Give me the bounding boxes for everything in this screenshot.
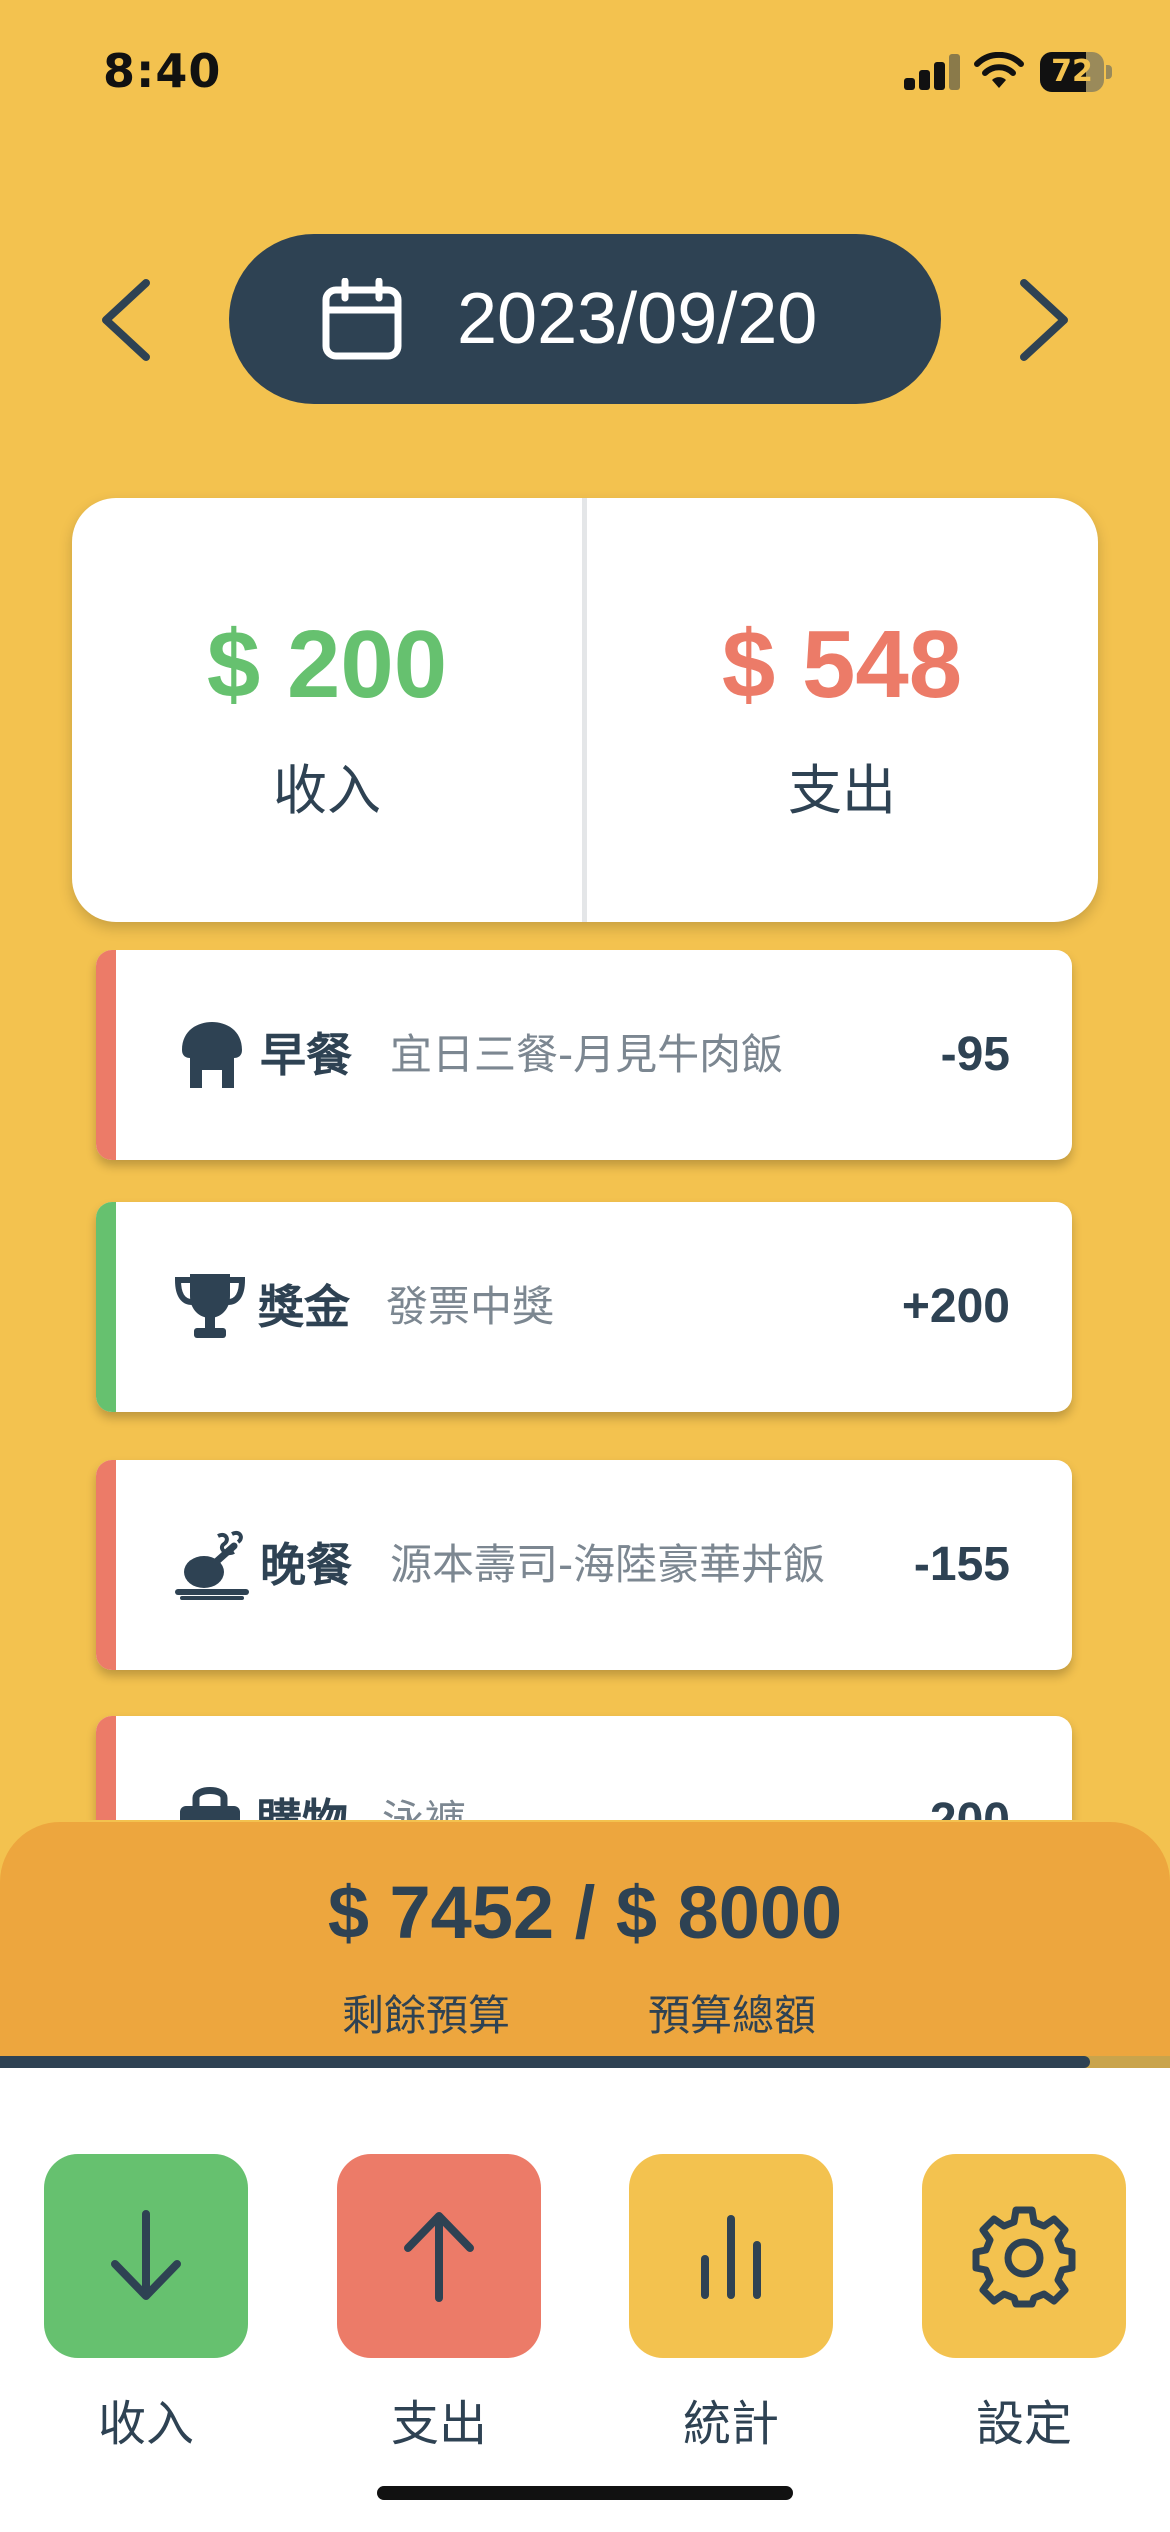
tab-label-income: 收入 [97, 2396, 194, 2452]
transaction-list[interactable]: 早餐 宜日三餐-月見牛肉飯 -95 獎金 發票中獎 +200 晚餐 源本壽司-海… [0, 950, 1170, 1820]
dinner-icon [175, 1531, 249, 1600]
remaining-budget-label: 剩餘預算 [342, 1991, 511, 2040]
breakfast-icon [182, 1022, 242, 1088]
tab-label-settings: 設定 [975, 2396, 1072, 2452]
home-indicator[interactable] [377, 2486, 793, 2500]
chevron-right-icon [1020, 279, 1068, 361]
transaction-description: 源本壽司-海陸豪華丼飯 [390, 1540, 826, 1589]
transaction-item[interactable]: 購物 泳褲 -200 [96, 1716, 1072, 1820]
budget-separator: / [574, 1871, 596, 1954]
settings-button[interactable] [922, 2154, 1126, 2358]
add-expense-button[interactable] [337, 2154, 541, 2358]
calendar-icon [322, 278, 402, 360]
income-summary[interactable]: $ 200 收入 [72, 498, 582, 922]
next-day-button[interactable] [1004, 270, 1084, 370]
expense-indicator [96, 1716, 116, 1820]
cellular-signal-icon [904, 54, 960, 90]
date-picker-button[interactable]: 2023/09/20 [229, 234, 941, 404]
statistics-button[interactable] [629, 2154, 833, 2358]
trophy-icon [174, 1274, 246, 1338]
transaction-category: 購物 [256, 1716, 348, 1820]
shopping-bag-icon [180, 1787, 240, 1820]
budget-progress-fill [0, 2056, 1090, 2068]
transaction-category: 早餐 [260, 1028, 352, 1082]
daily-summary-card: $ 200 收入 $ 548 支出 [72, 498, 1098, 922]
budget-amounts: $ 7452 / $ 8000 [0, 1870, 1170, 1955]
remaining-budget: $ 7452 [327, 1871, 555, 1954]
battery-percent: 72 [1051, 54, 1093, 89]
gear-icon [972, 2206, 1076, 2308]
total-budget: $ 8000 [615, 1871, 843, 1954]
transaction-amount: +200 [901, 1280, 1010, 1333]
transaction-amount: -95 [940, 1028, 1010, 1081]
expense-indicator [96, 1460, 116, 1670]
previous-day-button[interactable] [86, 270, 166, 370]
tab-label-expense: 支出 [390, 2396, 487, 2452]
transaction-amount: -155 [913, 1538, 1010, 1591]
income-total: $ 200 [206, 611, 448, 718]
transaction-description: 宜日三餐-月見牛肉飯 [390, 1030, 784, 1079]
transaction-item[interactable]: 獎金 發票中獎 +200 [96, 1202, 1072, 1412]
transaction-item[interactable]: 晚餐 源本壽司-海陸豪華丼飯 -155 [96, 1460, 1072, 1670]
transaction-amount: -200 [914, 1716, 1010, 1820]
transaction-category: 晚餐 [260, 1538, 352, 1592]
bottom-tab-bar: 收入 支出 統計 設定 [0, 2068, 1170, 2532]
expense-summary[interactable]: $ 548 支出 [587, 498, 1097, 922]
chevron-left-icon [102, 279, 150, 361]
status-bar: 8:40 72 [0, 0, 1170, 140]
income-summary-label: 收入 [273, 759, 381, 822]
wifi-icon [974, 52, 1024, 88]
bar-chart-icon [701, 2215, 761, 2299]
current-date: 2023/09/20 [457, 279, 818, 359]
total-budget-label: 預算總額 [648, 1991, 817, 2040]
tab-label-statistics: 統計 [682, 2396, 779, 2452]
budget-panel: $ 7452 / $ 8000 剩餘預算 預算總額 [0, 1822, 1170, 2062]
arrow-down-icon [111, 2210, 181, 2300]
battery-icon: 72 [1040, 52, 1112, 92]
expense-total: $ 548 [721, 611, 963, 718]
transaction-description: 發票中獎 [386, 1282, 555, 1331]
arrow-up-icon [404, 2212, 474, 2302]
add-income-button[interactable] [44, 2154, 248, 2358]
income-indicator [96, 1202, 116, 1412]
transaction-item[interactable]: 早餐 宜日三餐-月見牛肉飯 -95 [96, 950, 1072, 1160]
status-time: 8:40 [103, 44, 222, 98]
budget-progress-bar [0, 2056, 1170, 2068]
transaction-description: 泳褲 [382, 1716, 466, 1820]
expense-summary-label: 支出 [788, 759, 896, 822]
expense-indicator [96, 950, 116, 1160]
transaction-category: 獎金 [258, 1280, 350, 1334]
